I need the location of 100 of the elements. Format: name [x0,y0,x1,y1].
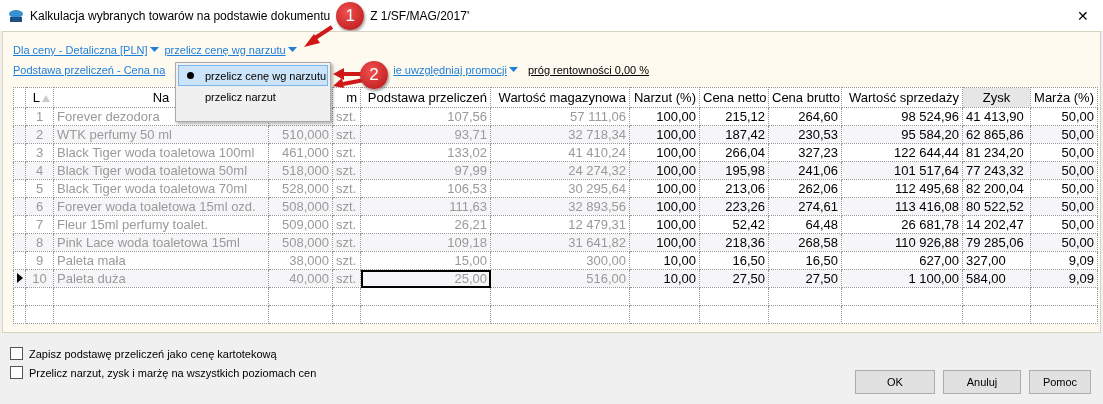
table-cell: 509,000 [268,215,333,234]
table-cell: Black Tiger woda toaletowa 70ml [53,179,269,198]
table-cell: 40,000 [268,269,333,288]
checkbox-option[interactable]: Zapisz podstawę przeliczeń jako cenę kartotekową [10,347,317,360]
table-cell: 2 [25,125,54,144]
column-header[interactable]: Marża (%) [1030,87,1098,108]
table-cell: 100,00 [629,125,700,144]
table-cell: 122 644,44 [841,143,963,162]
table-cell: 627,00 [841,251,963,270]
table-cell: 6 [25,197,54,216]
table-cell: 187,42 [699,125,769,144]
table-cell: 4 [25,161,54,180]
table-cell: 518,000 [268,161,333,180]
table-cell: 81 234,20 [962,143,1031,162]
table-cell: 12 479,31 [490,215,630,234]
table-cell: 9,09 [1030,251,1098,270]
table-cell: 30 295,64 [490,179,630,198]
table-cell: 584,00 [962,269,1031,288]
table-cell: 64,48 [768,215,842,234]
table-cell: 26,21 [360,215,491,234]
table-cell: Black Tiger woda toaletowa 50ml [53,161,269,180]
table-cell: 95 584,20 [841,125,963,144]
table-cell: 266,04 [699,143,769,162]
column-header[interactable]: Podstawa przeliczeń [360,87,491,108]
app-logo-icon [8,8,24,23]
step-badge: 1 [336,1,365,30]
table-cell: szt. [332,215,361,234]
table-cell: Pink Lace woda toaletowa 15ml [53,233,269,252]
dialog-button[interactable]: OK [855,370,935,394]
table-cell: 62 865,86 [962,125,1031,144]
table-cell: 52,42 [699,215,769,234]
table-cell: 264,60 [768,107,842,126]
table-cell: 327,23 [768,143,842,162]
table-cell: 1 [25,107,54,126]
dropdown-link[interactable]: Dla ceny - Detaliczna [PLN] [13,44,159,56]
table-cell: 107,56 [360,107,491,126]
table-cell: 5 [25,179,54,198]
table-cell: 327,00 [962,251,1031,270]
close-button[interactable]: ✕ [1071,7,1095,24]
table-cell: szt. [332,161,361,180]
table-cell: 25,00 [360,269,491,288]
checkbox[interactable] [10,366,23,379]
table-cell: 38,000 [268,251,333,270]
table-cell: 26 681,78 [841,215,963,234]
column-header[interactable]: Cena netto [699,87,769,108]
table-cell: 41 410,24 [490,143,630,162]
table-cell: 508,000 [268,233,333,252]
menu-item[interactable]: przelicz cenę wg narzutu [178,65,328,86]
table-cell: 79 285,06 [962,233,1031,252]
table-cell: 93,71 [360,125,491,144]
table-cell: 10,00 [629,269,700,288]
threshold-link[interactable]: próg rentowności 0,00 % [528,64,650,76]
dropdown-link[interactable]: Podstawa przeliczeń - Cena na [13,64,166,76]
checkbox[interactable] [10,347,23,360]
table-cell: szt. [332,233,361,252]
dropdown-link[interactable]: przelicz cenę wg narzutu [164,44,297,56]
table-cell: 133,02 [360,143,491,162]
table-cell: WTK perfumy 50 ml [53,125,269,144]
dropdown-link[interactable]: ie uwzględniaj promocji [393,64,518,76]
table-cell: 528,000 [268,179,333,198]
column-header[interactable]: Cena brutto [768,87,842,108]
table-cell: 100,00 [629,233,700,252]
column-header[interactable]: m [332,87,361,108]
table-cell: 8 [25,233,54,252]
table-cell: 230,53 [768,125,842,144]
table-cell: Black Tiger woda toaletowa 100ml [53,143,269,162]
table-cell: 100,00 [629,107,700,126]
table-cell: szt. [332,251,361,270]
table-cell: 1 100,00 [841,269,963,288]
table-cell: 9,09 [1030,269,1098,288]
table-cell: 50,00 [1030,143,1098,162]
caret-icon [287,47,297,53]
column-header[interactable]: L [25,87,54,108]
column-header[interactable]: Narzut (%) [629,87,700,108]
table-cell: 24 274,32 [490,161,630,180]
document-number: Z 1/SF/MAG/2017' [370,8,470,23]
table-cell: 218,36 [699,233,769,252]
dialog-button[interactable]: Anuluj [943,370,1021,394]
table-cell: szt. [332,143,361,162]
column-header[interactable]: Wartość magazynowa [490,87,630,108]
window-title: Kalkulacja wybranych towarów na podstawie dokumentu [30,8,331,23]
column-header[interactable]: Zysk [962,87,1031,108]
table-cell: 106,53 [360,179,491,198]
table-cell: 510,000 [268,125,333,144]
table-cell: 110 926,88 [841,233,963,252]
table-cell: 516,00 [490,269,630,288]
dialog-button[interactable]: Pomoc [1029,370,1091,394]
table-cell: Fleur 15ml perfumy toalet. [53,215,269,234]
table-cell: 461,000 [268,143,333,162]
table-cell: 100,00 [629,143,700,162]
table-cell: 32 718,34 [490,125,630,144]
table-cell: 10,00 [629,251,700,270]
table-cell: 300,00 [490,251,630,270]
table-cell: szt. [332,107,361,126]
table-cell: szt. [332,197,361,216]
table-cell: 215,12 [699,107,769,126]
column-header[interactable]: Wartość sprzedaży [841,87,963,108]
table-cell: Forever woda toaletowa 15ml ozd. [53,197,269,216]
table-cell: 109,18 [360,233,491,252]
checkbox-option[interactable]: Przelicz narzut, zysk i marżę na wszystkich poziomach cen [10,366,317,379]
